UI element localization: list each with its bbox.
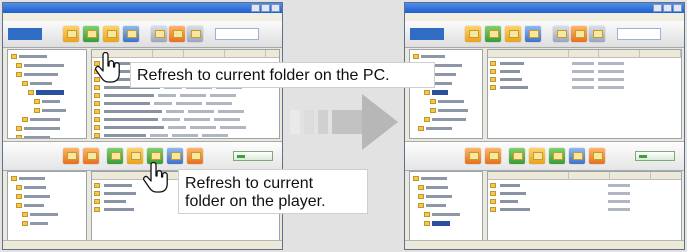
- right-arrow-icon: [290, 94, 398, 150]
- view-icons-button[interactable]: [589, 26, 605, 42]
- refresh-player-button[interactable]: [127, 148, 143, 164]
- list-item[interactable]: [94, 108, 277, 114]
- player-file-list[interactable]: [487, 171, 682, 241]
- player-button-7[interactable]: [589, 148, 605, 164]
- selected-folder[interactable]: [424, 89, 479, 95]
- refresh-player-button[interactable]: [529, 148, 545, 164]
- menu-bar: [3, 13, 282, 21]
- title-bar: [405, 3, 684, 13]
- refresh-pc-button[interactable]: [103, 26, 119, 42]
- view-details-button[interactable]: [169, 26, 185, 42]
- callout-player-refresh: Refresh to current folder on the player.: [178, 169, 368, 214]
- pc-toolbar: [405, 21, 684, 48]
- list-item[interactable]: [490, 206, 679, 212]
- minimize-button[interactable]: [251, 4, 260, 12]
- player-button-5[interactable]: [549, 148, 565, 164]
- player-button-3[interactable]: [509, 148, 525, 164]
- window-controls: [653, 4, 682, 12]
- brand-banner: [215, 28, 259, 40]
- player-toolbar: [405, 141, 684, 171]
- pc-toolbar: [3, 21, 282, 48]
- list-item[interactable]: [490, 84, 679, 90]
- pc-file-list[interactable]: [487, 49, 682, 139]
- add-folder-button[interactable]: [485, 26, 501, 42]
- list-item[interactable]: [94, 132, 277, 138]
- close-button[interactable]: [271, 4, 280, 12]
- close-button[interactable]: [673, 4, 682, 12]
- list-item[interactable]: [94, 100, 277, 106]
- brand-banner: [617, 28, 661, 40]
- menu-bar: [405, 13, 684, 21]
- player-button-7[interactable]: [187, 148, 203, 164]
- list-item[interactable]: [490, 182, 679, 188]
- view-details-button[interactable]: [571, 26, 587, 42]
- list-item[interactable]: [490, 198, 679, 204]
- window-controls: [251, 4, 280, 12]
- player-button-2[interactable]: [83, 148, 99, 164]
- callout-pc-text: Refresh to current folder on the PC.: [137, 67, 390, 84]
- selected-folder[interactable]: [424, 220, 479, 226]
- callout-player-line1: Refresh to current: [185, 175, 314, 192]
- logo: [8, 28, 42, 40]
- view-list-button[interactable]: [553, 26, 569, 42]
- refresh-pc-button[interactable]: [505, 26, 521, 42]
- player-button-6[interactable]: [569, 148, 585, 164]
- player-folder-tree[interactable]: [7, 171, 87, 241]
- hand-pointer-icon: [143, 162, 168, 193]
- status-bar: [405, 240, 684, 249]
- player-folder-tree[interactable]: [409, 171, 483, 241]
- list-item[interactable]: [490, 60, 679, 66]
- status-bar: [3, 240, 282, 249]
- transfer-button[interactable]: [123, 26, 139, 42]
- minimize-button[interactable]: [653, 4, 662, 12]
- list-item[interactable]: [490, 68, 679, 74]
- pc-folder-tree[interactable]: [7, 49, 87, 139]
- list-item[interactable]: [490, 190, 679, 196]
- hand-pointer-icon: [95, 52, 120, 83]
- player-button-2[interactable]: [485, 148, 501, 164]
- connect-button[interactable]: [635, 151, 675, 161]
- maximize-button[interactable]: [663, 4, 672, 12]
- list-item[interactable]: [94, 116, 277, 122]
- app-window-after: [404, 2, 685, 250]
- folder-icon-button[interactable]: [63, 26, 79, 42]
- callout-pc-refresh: Refresh to current folder on the PC.: [130, 62, 435, 88]
- connect-button[interactable]: [233, 151, 273, 161]
- callout-player-line2: folder on the player.: [185, 193, 326, 210]
- maximize-button[interactable]: [261, 4, 270, 12]
- player-button-1[interactable]: [63, 148, 79, 164]
- selected-folder[interactable]: [28, 89, 83, 95]
- list-item[interactable]: [94, 92, 277, 98]
- view-icons-button[interactable]: [187, 26, 203, 42]
- player-button-3[interactable]: [107, 148, 123, 164]
- title-bar: [3, 3, 282, 13]
- list-item[interactable]: [490, 76, 679, 82]
- view-list-button[interactable]: [151, 26, 167, 42]
- transfer-button[interactable]: [525, 26, 541, 42]
- logo: [410, 28, 444, 40]
- folder-icon-button[interactable]: [465, 26, 481, 42]
- player-button-1[interactable]: [465, 148, 481, 164]
- list-item[interactable]: [94, 124, 277, 130]
- add-folder-button[interactable]: [83, 26, 99, 42]
